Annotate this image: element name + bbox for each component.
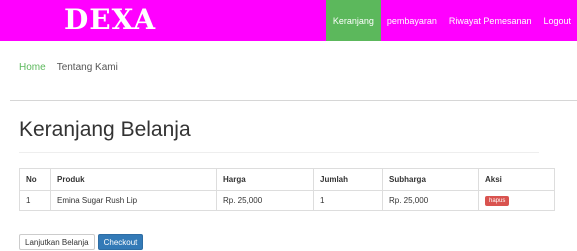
cell-aksi: hapus [478, 190, 555, 211]
cell-subharga: Rp. 25,000 [382, 190, 479, 211]
checkout-button[interactable]: Checkout [97, 234, 144, 250]
divider [19, 152, 539, 153]
table-row: 1 Emina Sugar Rush Lip Rp. 25,000 1 Rp. … [19, 190, 555, 211]
cart-actions: Lanjutkan Belanja Checkout [19, 234, 144, 250]
nav-logout[interactable]: Logout [537, 0, 577, 41]
continue-shopping-button[interactable]: Lanjutkan Belanja [19, 234, 95, 250]
col-aksi: Aksi [478, 168, 555, 191]
cell-no: 1 [19, 190, 51, 211]
col-harga: Harga [216, 168, 314, 191]
breadcrumb-home[interactable]: Home [19, 62, 46, 73]
nav-keranjang[interactable]: Keranjang [325, 0, 381, 41]
cell-harga: Rp. 25,000 [216, 190, 314, 211]
cell-jumlah: 1 [313, 190, 383, 211]
brand-logo[interactable]: DEXA [64, 4, 156, 36]
nav-links: Keranjang pembayaran Riwayat Pemesanan L… [325, 0, 577, 41]
top-navbar: DEXA Keranjang pembayaran Riwayat Pemesa… [0, 0, 577, 41]
divider [10, 100, 577, 101]
breadcrumb: Home Tentang Kami [19, 62, 118, 73]
col-subharga: Subharga [382, 168, 479, 191]
delete-button[interactable]: hapus [485, 196, 510, 206]
nav-pembayaran[interactable]: pembayaran [381, 0, 443, 41]
nav-riwayat-pemesanan[interactable]: Riwayat Pemesanan [443, 0, 538, 41]
table-header-row: No Produk Harga Jumlah Subharga Aksi [19, 168, 555, 191]
col-produk: Produk [50, 168, 217, 191]
cell-produk: Emina Sugar Rush Lip [50, 190, 217, 211]
page-title: Keranjang Belanja [19, 118, 191, 141]
cart-table: No Produk Harga Jumlah Subharga Aksi 1 E… [19, 168, 555, 211]
col-jumlah: Jumlah [313, 168, 383, 191]
col-no: No [19, 168, 51, 191]
breadcrumb-tentang-kami[interactable]: Tentang Kami [57, 62, 118, 73]
